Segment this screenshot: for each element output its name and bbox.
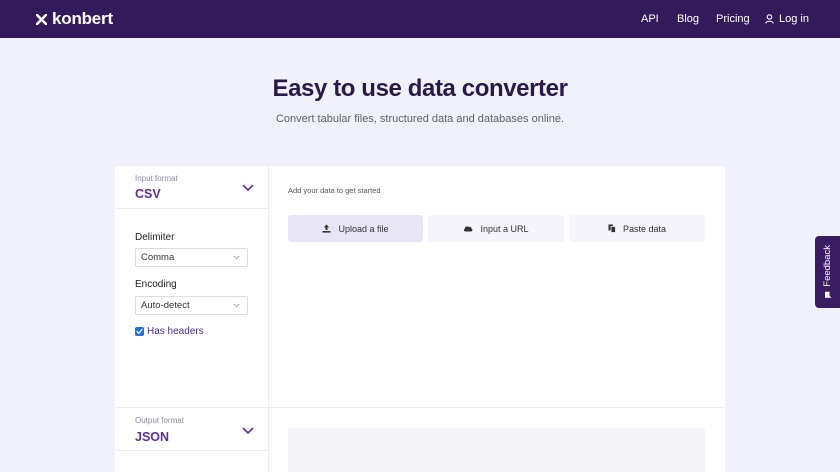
feedback-label: Feedback <box>821 245 833 287</box>
paste-icon <box>608 224 616 233</box>
page-title: Easy to use data converter <box>272 75 568 102</box>
top-navbar: konbert API Blog Pricing Log in <box>0 0 840 38</box>
chevron-down-icon <box>233 255 240 260</box>
logo[interactable]: konbert <box>36 9 113 29</box>
user-icon <box>765 14 774 24</box>
encoding-label: Encoding <box>135 279 177 290</box>
vertical-divider <box>268 166 269 472</box>
tab-url-label: Input a URL <box>480 223 529 234</box>
login-link[interactable]: Log in <box>765 12 809 26</box>
chevron-down-icon <box>233 303 240 308</box>
data-hint: Add your data to get started <box>288 186 381 195</box>
encoding-select[interactable]: Auto-detect <box>135 296 248 315</box>
tab-input-url[interactable]: Input a URL <box>428 215 564 242</box>
output-format-label: Output format <box>135 416 184 425</box>
chat-bubble-icon <box>824 291 831 298</box>
delimiter-select[interactable]: Comma <box>135 248 248 267</box>
tab-upload-file[interactable]: Upload a file <box>288 215 423 242</box>
nav-pricing[interactable]: Pricing <box>716 12 750 26</box>
page-subtitle: Convert tabular files, structured data a… <box>275 113 564 125</box>
has-headers-label[interactable]: Has headers <box>147 325 204 338</box>
output-format-value: JSON <box>135 430 170 444</box>
upload-icon <box>322 224 331 233</box>
input-format-label: Input format <box>135 174 178 183</box>
chevron-down-icon <box>242 427 254 434</box>
output-format-select[interactable]: Output format JSON <box>115 407 268 451</box>
nav-blog[interactable]: Blog <box>677 12 699 26</box>
logo-text: konbert <box>52 9 113 28</box>
checkmark-icon <box>136 328 143 335</box>
delimiter-value: Comma <box>141 252 175 263</box>
delimiter-label: Delimiter <box>135 232 175 243</box>
tab-paste-data[interactable]: Paste data <box>569 215 705 242</box>
has-headers-checkbox[interactable] <box>135 327 144 336</box>
tab-paste-label: Paste data <box>622 223 667 234</box>
converter-card: Input format CSV Delimiter Comma Encodin… <box>115 166 725 472</box>
cloud-icon <box>464 226 473 232</box>
tab-upload-label: Upload a file <box>338 223 389 234</box>
nav-api[interactable]: API <box>641 12 659 26</box>
output-preview-area <box>288 428 705 472</box>
input-format-value: CSV <box>135 187 161 201</box>
x-logo-icon <box>36 13 47 25</box>
chevron-down-icon <box>242 184 254 191</box>
feedback-tab[interactable]: Feedback <box>815 236 840 308</box>
encoding-value: Auto-detect <box>141 300 190 311</box>
login-label: Log in <box>779 13 809 25</box>
input-format-select[interactable]: Input format CSV <box>115 166 268 209</box>
